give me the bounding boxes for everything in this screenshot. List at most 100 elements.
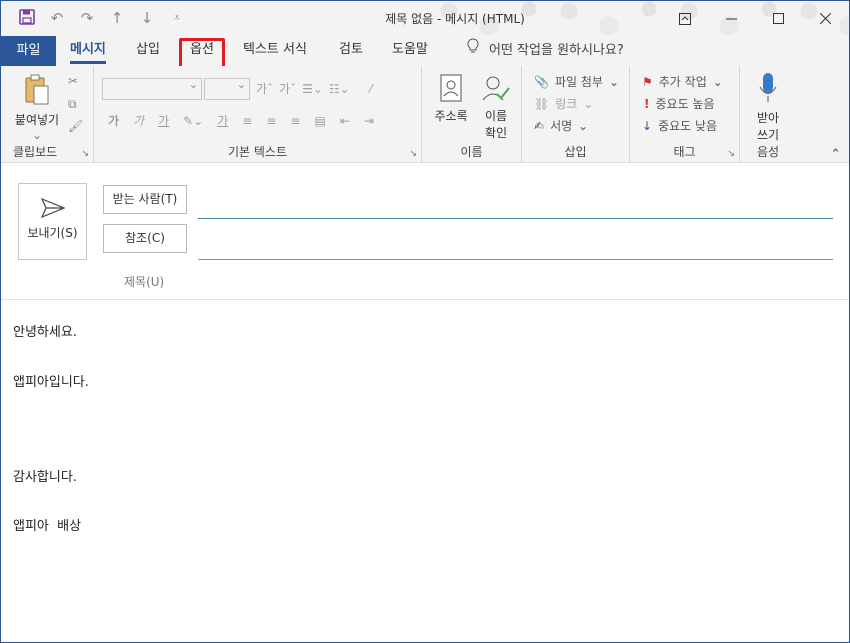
- align-right-icon[interactable]: ≡: [290, 114, 300, 128]
- align-left-icon[interactable]: ≡: [242, 114, 252, 128]
- clipboard-launcher-icon[interactable]: ↘: [81, 149, 89, 159]
- link-button[interactable]: ⛓ 링크 ⌄: [534, 95, 593, 112]
- group-basic-text: 가ˆ 가ˇ ☰⌄ ☷⌄ ⁄ 가 가 가 ✎⌄ 가 ≡ ≡ ≡ ▤ ⇤ ⇥ 기본 …: [94, 66, 422, 163]
- clipboard-group-label: 클립보드: [13, 145, 58, 159]
- check-names-label-1: 이름: [484, 109, 508, 123]
- address-book-label: 주소록: [434, 109, 468, 123]
- font-name-combo[interactable]: [102, 78, 202, 100]
- outlook-message-window: ↶ ↷ ↑ ↓ ⩡ 제목 없음 - 메시지 (HTML) 파일 메시지 삽입 옵…: [0, 0, 850, 643]
- high-importance-label: 중요도 높음: [655, 97, 715, 111]
- group-voice: 받아 쓰기 음성: [740, 66, 796, 163]
- signature-label: 서명: [550, 119, 573, 133]
- link-dropdown-icon: ⌄: [583, 96, 594, 111]
- font-color-button[interactable]: 가: [217, 112, 228, 129]
- decrease-indent-icon[interactable]: ⇤: [340, 114, 350, 128]
- group-clipboard: 붙여넣기 ⌄ ✂ ⧉ 🖌 클립보드 ↘: [1, 66, 94, 163]
- group-names: 주소록 이름 확인 이름: [422, 66, 522, 163]
- body-line: 앱피아 배상: [13, 519, 82, 534]
- highlight-icon[interactable]: ✎⌄: [183, 114, 203, 128]
- microphone-icon: [748, 72, 788, 107]
- options-tab-highlight: [179, 38, 225, 69]
- follow-up-dropdown-icon: ⌄: [712, 74, 723, 89]
- send-label: 보내기(S): [27, 226, 78, 240]
- dictate-label-1: 받아: [756, 111, 780, 125]
- high-importance-icon: !: [644, 96, 650, 111]
- font-style-tools: 가 가 가 ✎⌄ 가 ≡ ≡ ≡ ▤ ⇤ ⇥: [108, 112, 374, 129]
- send-icon: [40, 198, 65, 218]
- attach-dropdown-icon: ⌄: [608, 74, 619, 89]
- address-book-button[interactable]: 주소록: [430, 74, 472, 124]
- voice-group-label: 음성: [756, 145, 780, 159]
- check-names-icon: [476, 74, 516, 105]
- flag-icon: ⚑: [642, 74, 653, 89]
- link-label: 링크: [555, 97, 578, 111]
- follow-up-button[interactable]: ⚑ 추가 작업 ⌄: [642, 73, 723, 90]
- dictate-button[interactable]: 받아 쓰기: [748, 72, 788, 143]
- close-icon[interactable]: [802, 1, 849, 36]
- basic-text-group-label: 기본 텍스트: [227, 145, 287, 159]
- shrink-font-icon[interactable]: 가ˇ: [279, 80, 296, 97]
- italic-button[interactable]: 가: [133, 112, 144, 129]
- font-size-combo[interactable]: [204, 78, 250, 100]
- paperclip-icon: 📎: [534, 74, 549, 89]
- low-importance-label: 중요도 낮음: [658, 119, 718, 133]
- paste-button[interactable]: 붙여넣기 ⌄: [9, 74, 65, 142]
- body-line: 앱피아입니다.: [13, 375, 89, 390]
- cc-field[interactable]: [198, 259, 833, 260]
- names-group-label: 이름: [460, 145, 483, 159]
- copy-icon[interactable]: ⧉: [68, 97, 77, 112]
- lightbulb-icon: [467, 37, 479, 65]
- check-names-label-2: 확인: [484, 126, 508, 140]
- tab-file[interactable]: 파일: [1, 36, 56, 66]
- numbering-icon[interactable]: ☷⌄: [329, 82, 350, 96]
- tab-message[interactable]: 메시지: [70, 36, 106, 66]
- grow-font-icon[interactable]: 가ˆ: [256, 80, 273, 97]
- minimize-icon[interactable]: [708, 1, 755, 36]
- tags-launcher-icon[interactable]: ↘: [727, 149, 735, 159]
- bold-button[interactable]: 가: [108, 112, 119, 129]
- font-size-tools: 가ˆ 가ˇ ☰⌄ ☷⌄ ⁄: [256, 80, 372, 97]
- subject-label: 제목(U): [124, 275, 165, 289]
- paste-dropdown-icon: ⌄: [31, 128, 43, 142]
- tell-me-box[interactable]: 어떤 작업을 원하시나요?: [467, 36, 624, 66]
- check-names-button[interactable]: 이름 확인: [476, 74, 516, 141]
- insert-group-label: 삽입: [564, 145, 587, 159]
- tab-review[interactable]: 검토: [339, 36, 363, 66]
- send-button[interactable]: 보내기(S): [18, 183, 87, 260]
- paste-label: 붙여넣기: [14, 113, 60, 127]
- link-icon: ⛓: [534, 96, 550, 111]
- to-field[interactable]: [198, 218, 833, 219]
- format-painter-icon[interactable]: 🖌: [68, 119, 83, 133]
- justify-icon[interactable]: ▤: [314, 114, 325, 128]
- maximize-icon[interactable]: [755, 1, 802, 36]
- underline-button[interactable]: 가: [158, 112, 169, 129]
- paste-icon: [9, 74, 65, 109]
- ribbon-tabs: 파일 메시지 삽입 옵션 텍스트 서식 검토 도움말 어떤 작업을 원하시나요?: [1, 36, 849, 66]
- tab-insert[interactable]: 삽입: [136, 36, 160, 66]
- ribbon-display-options-icon[interactable]: [662, 1, 708, 36]
- body-line: 안녕하세요.: [13, 325, 77, 340]
- window-controls: [662, 1, 849, 36]
- collapse-ribbon-icon[interactable]: ⌃: [830, 147, 841, 162]
- cc-button[interactable]: 참조(C): [103, 224, 187, 253]
- signature-button[interactable]: ✍ 서명 ⌄: [534, 117, 588, 134]
- dictate-label-2: 쓰기: [756, 128, 780, 142]
- cut-icon[interactable]: ✂: [68, 74, 78, 88]
- high-importance-button[interactable]: ! 중요도 높음: [644, 95, 715, 112]
- low-importance-icon: ↓: [642, 118, 653, 133]
- attach-file-button[interactable]: 📎 파일 첨부 ⌄: [534, 73, 619, 90]
- tab-format-text[interactable]: 텍스트 서식: [243, 36, 307, 66]
- tab-help[interactable]: 도움말: [392, 36, 428, 66]
- low-importance-button[interactable]: ↓ 중요도 낮음: [642, 117, 717, 134]
- attach-file-label: 파일 첨부: [554, 75, 603, 89]
- basic-text-launcher-icon[interactable]: ↘: [409, 149, 417, 159]
- clear-format-icon[interactable]: ⁄: [370, 82, 372, 96]
- to-button[interactable]: 받는 사람(T): [103, 185, 187, 214]
- compose-header: 보내기(S) 받는 사람(T) 참조(C) 제목(U): [1, 163, 849, 300]
- increase-indent-icon[interactable]: ⇥: [364, 114, 374, 128]
- tell-me-text: 어떤 작업을 원하시나요?: [489, 43, 624, 58]
- align-center-icon[interactable]: ≡: [266, 114, 276, 128]
- title-bar: ↶ ↷ ↑ ↓ ⩡ 제목 없음 - 메시지 (HTML): [1, 1, 849, 36]
- bullets-icon[interactable]: ☰⌄: [302, 82, 323, 96]
- ribbon: 붙여넣기 ⌄ ✂ ⧉ 🖌 클립보드 ↘ 가ˆ 가ˇ ☰⌄ ☷⌄ ⁄ 가 가 가: [1, 66, 849, 163]
